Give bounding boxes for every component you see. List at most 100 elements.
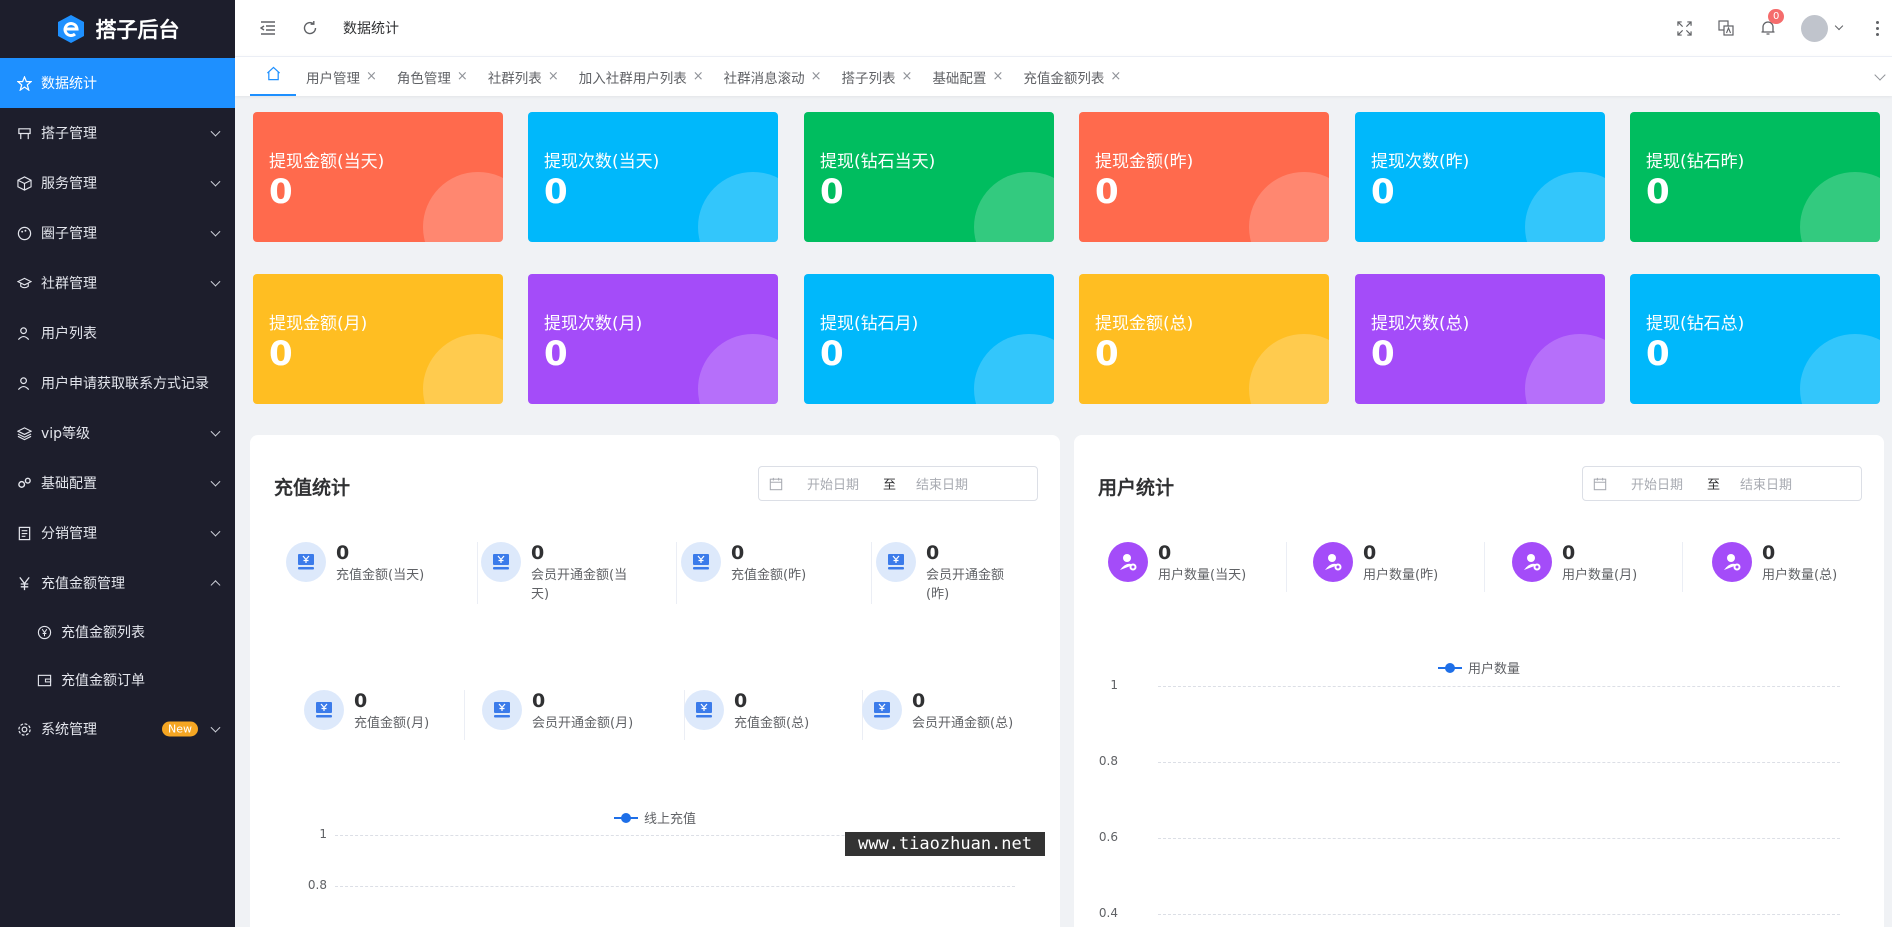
sidebar-item-circle[interactable]: 圈子管理 [0,208,235,258]
stat-value: 0 [1158,542,1172,564]
more-vertical-icon[interactable] [1876,20,1880,36]
sidebar-subitem-recharge-list[interactable]: 充值金额列表 [0,608,235,656]
gridline [1158,762,1840,763]
tab-role-management[interactable]: 角色管理 × [387,58,478,96]
money-icon [681,542,721,582]
close-icon[interactable]: × [693,69,704,84]
home-icon [266,66,281,85]
chevron-down-icon[interactable] [1874,69,1886,81]
stat-label: 用户数量(当天) [1158,568,1247,583]
sidebar-item-vip[interactable]: vip等级 [0,408,235,458]
close-icon[interactable]: × [457,69,468,84]
card-value: 0 [1646,172,1670,212]
card-value: 0 [1095,334,1119,374]
date-range-separator: 至 [1707,478,1721,493]
start-date-input[interactable]: 开始日期 [807,474,859,493]
close-icon[interactable]: × [548,69,559,84]
tab-recharge-list[interactable]: 充值金额列表 × [1013,58,1131,96]
decor-circle [1525,334,1605,404]
layers-icon [16,425,32,441]
y-tick-label: 0.4 [1098,906,1118,920]
sidebar-item-dazi[interactable]: 搭子管理 [0,108,235,158]
sidebar-item-label: 分销管理 [41,526,97,542]
yen-circle-icon [36,624,52,640]
top-header: 数据统计 0 [235,0,1892,56]
end-date-input[interactable]: 结束日期 [916,474,968,493]
tab-base-config[interactable]: 基础配置 × [922,58,1013,96]
sidebar: 搭子后台 数据统计 搭子管理 服务管理 圈子管理 社群管理 用户列表 用户申请获… [0,0,235,927]
fullscreen-icon[interactable] [1675,19,1693,37]
breadcrumb: 数据统计 [343,21,399,37]
money-icon [862,690,902,730]
gears-icon [16,475,32,491]
user-stats-panel: 用户统计 开始日期 至 结束日期 0 用户数量(当天) 0 用户数量(昨) 0 用户数… [1074,435,1884,927]
gridline [1158,838,1840,839]
sidebar-item-label: 用户申请获取联系方式记录 [41,376,209,392]
tab-label: 社群消息滚动 [723,70,805,87]
stat-value: 0 [926,542,940,564]
gridline [1158,686,1840,687]
refresh-icon[interactable] [301,19,319,37]
end-date-input[interactable]: 结束日期 [1740,474,1792,493]
card-title: 提现次数(月) [544,314,643,334]
sidebar-item-dashboard[interactable]: 数据统计 [0,58,235,108]
close-icon[interactable]: × [1110,69,1121,84]
money-icon [304,690,344,730]
close-icon[interactable]: × [366,69,377,84]
avatar[interactable] [1801,14,1828,42]
money-icon [876,542,916,582]
sidebar-item-label: vip等级 [41,426,91,442]
sidebar-item-base-config[interactable]: 基础配置 [0,458,235,508]
sidebar-item-contact-requests[interactable]: 用户申请获取联系方式记录 [0,358,235,408]
stat-card: 提现金额(总) 0 [1079,274,1329,404]
stat-card: 提现次数(昨) 0 [1355,112,1605,242]
stat-item: 0 会员开通金额(总) [862,690,1042,733]
gridline [1158,914,1840,915]
sidebar-item-users[interactable]: 用户列表 [0,308,235,358]
tab-community-messages[interactable]: 社群消息滚动 × [714,58,832,96]
sidebar-item-label: 系统管理 [41,722,97,738]
tab-dazi-list[interactable]: 搭子列表 × [832,58,923,96]
start-date-input[interactable]: 开始日期 [1631,474,1683,493]
tab-home[interactable] [250,58,296,96]
card-value: 0 [820,172,844,212]
sidebar-item-label: 服务管理 [41,176,97,192]
stat-value: 0 [734,690,748,712]
tab-user-management[interactable]: 用户管理 × [296,58,387,96]
logo-icon [57,15,84,43]
chevron-down-icon[interactable] [1834,21,1844,31]
collapse-menu-icon[interactable] [259,19,277,37]
sidebar-item-label: 充值金额管理 [41,576,125,592]
date-range-picker[interactable]: 开始日期 至 结束日期 [1582,466,1862,501]
y-tick-label: 0.8 [307,878,327,892]
date-range-picker[interactable]: 开始日期 至 结束日期 [758,466,1038,501]
chart-legend[interactable]: 用户数量 [1438,658,1520,677]
tab-community-list[interactable]: 社群列表 × [478,58,569,96]
sidebar-item-label: 圈子管理 [41,226,97,242]
close-icon[interactable]: × [992,69,1003,84]
legend-label: 用户数量 [1468,662,1521,677]
sidebar-item-distribution[interactable]: 分销管理 [0,508,235,558]
stat-item: 0 会员开通金额(当天) [481,542,681,604]
card-title: 提现金额(月) [269,314,368,334]
chart-legend[interactable]: 线上充值 [614,808,696,827]
sidebar-subitem-recharge-orders[interactable]: 充值金额订单 [0,656,235,704]
box-icon [16,175,32,191]
logo: 搭子后台 [0,0,235,58]
card-value: 0 [1646,334,1670,374]
close-icon[interactable]: × [811,69,822,84]
sidebar-item-recharge[interactable]: 充值金额管理 [0,558,235,608]
card-value: 0 [820,334,844,374]
user-gear-icon [1313,542,1353,582]
sidebar-item-system[interactable]: 系统管理 New [0,704,235,754]
legend-line-marker [614,812,638,823]
tab-community-members[interactable]: 加入社群用户列表 × [569,58,714,96]
sidebar-item-service[interactable]: 服务管理 [0,158,235,208]
close-icon[interactable]: × [902,69,913,84]
stat-label: 用户数量(昨) [1363,568,1439,583]
translate-icon[interactable] [1717,19,1735,37]
sidebar-item-community[interactable]: 社群管理 [0,258,235,308]
recharge-stats-row: 0 充值金额(当天) 0 会员开通金额(当天) 0 充值金额(昨) 0 会员开通金额(昨… [286,542,1046,604]
tab-label: 加入社群用户列表 [578,70,687,87]
bell-icon[interactable]: 0 [1759,9,1785,37]
